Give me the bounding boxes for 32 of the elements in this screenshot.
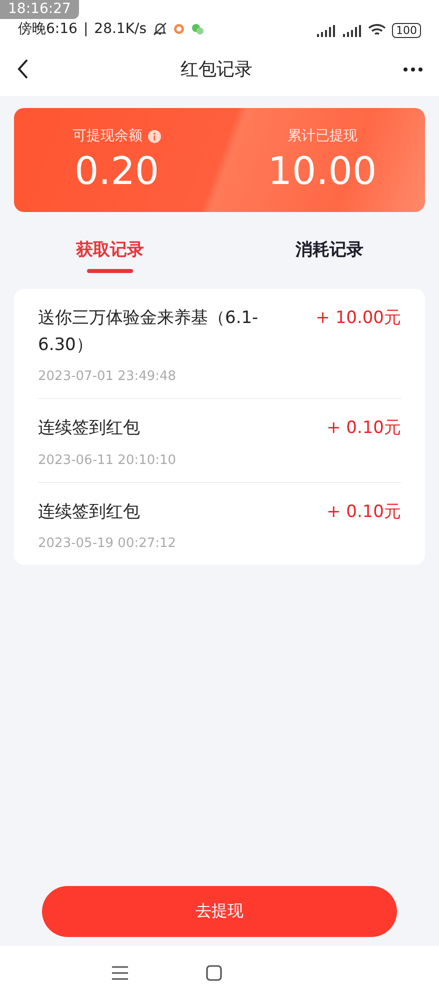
status-time: 傍晚6:16 bbox=[18, 20, 78, 38]
balance-label: 可提现余额 bbox=[72, 127, 142, 145]
page-title: 红包记录 bbox=[180, 58, 252, 81]
withdraw-button[interactable]: 去提现 bbox=[42, 886, 397, 937]
record-title: 送你三万体验金来养基（6.1-6.30） bbox=[38, 307, 260, 358]
home-icon[interactable] bbox=[206, 965, 222, 981]
record-time: 2023-07-01 23:49:48 bbox=[38, 369, 178, 384]
record-amount: + 0.10元 bbox=[326, 417, 401, 440]
balance-value: 10.00 bbox=[268, 149, 377, 193]
app-icon bbox=[172, 23, 185, 35]
wifi-icon bbox=[368, 24, 386, 37]
record-title: 连续签到红包 bbox=[38, 417, 141, 440]
balance-value: 0.20 bbox=[74, 149, 160, 193]
network-speed: 28.1K/s bbox=[94, 21, 147, 37]
record-tab[interactable]: 消耗记录 bbox=[295, 238, 364, 273]
record-tab[interactable]: 获取记录 bbox=[76, 238, 144, 273]
more-icon[interactable] bbox=[403, 66, 423, 72]
signal-icon bbox=[316, 24, 336, 36]
record-time: 2023-06-11 20:10:10 bbox=[38, 452, 178, 468]
record-amount: + 0.10元 bbox=[326, 500, 401, 524]
bell-muted-icon bbox=[152, 22, 167, 36]
overlay-clock: 18:16:27 bbox=[0, 0, 79, 19]
balance-label: 累计已提现 bbox=[287, 127, 358, 145]
status-separator: | bbox=[83, 21, 88, 37]
record-amount: + 10.00元 bbox=[315, 307, 401, 330]
record-time: 2023-05-19 00:27:12 bbox=[38, 536, 178, 551]
record-title: 连续签到红包 bbox=[38, 500, 141, 524]
signal-icon bbox=[342, 24, 362, 36]
battery-level: 100 bbox=[392, 23, 421, 38]
chat-icon bbox=[190, 23, 204, 35]
back-icon[interactable] bbox=[16, 58, 30, 80]
menu-icon[interactable] bbox=[112, 966, 128, 980]
